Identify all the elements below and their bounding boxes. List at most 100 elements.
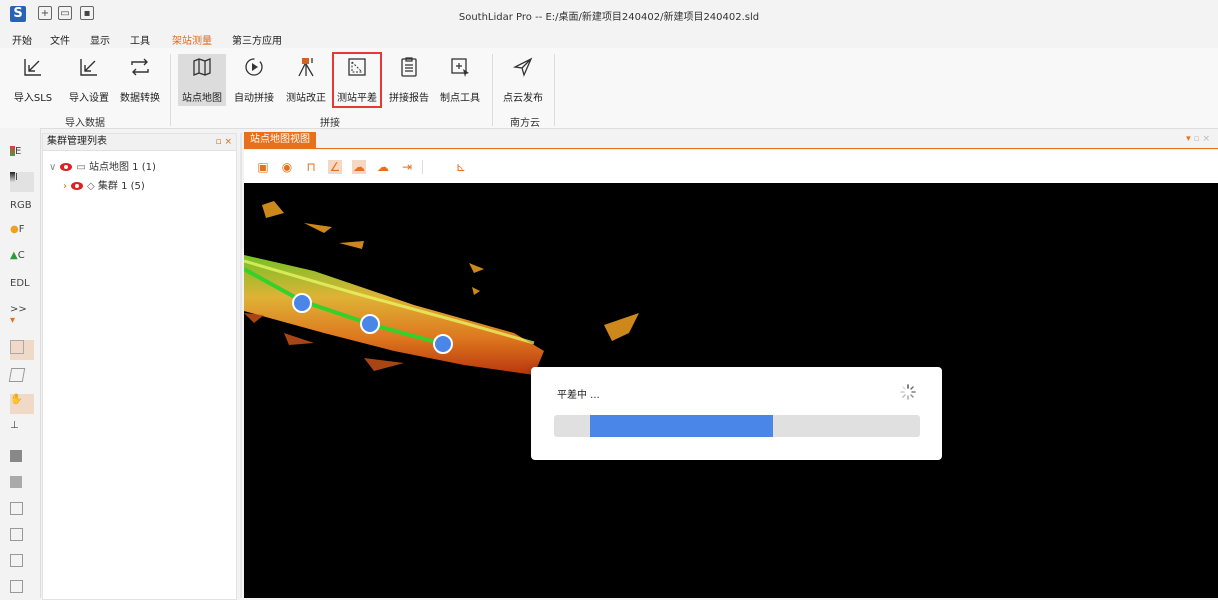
- tripod-icon: [298, 58, 314, 77]
- import-sls-label: 导入SLS: [13, 93, 53, 104]
- map-icon: [193, 58, 211, 76]
- station-adjust-label: 测站平差: [337, 93, 377, 104]
- tab-underline: [244, 148, 1218, 149]
- ribbon-separator: [492, 54, 493, 126]
- rgb-color-button[interactable]: RGB: [10, 200, 34, 220]
- site-map-button[interactable]: 站点地图: [178, 54, 226, 106]
- station-marker[interactable]: [360, 314, 380, 334]
- view-window-controls[interactable]: ▾ ▫ ×: [1186, 134, 1210, 144]
- chevron-right-icon: ›: [63, 181, 67, 192]
- ribbon-separator: [554, 54, 555, 126]
- visibility-eye-icon[interactable]: [60, 163, 73, 171]
- elevation-color-label: E: [15, 146, 22, 157]
- bookmark-icon[interactable]: ⊓: [304, 160, 318, 174]
- zoom-fit-icon[interactable]: ▣: [256, 160, 270, 174]
- menu-display[interactable]: 显示: [90, 32, 110, 47]
- axis-add-icon[interactable]: ⊾: [454, 160, 468, 174]
- loading-spinner-icon: [900, 384, 916, 400]
- view-toolbar: ▣ ◉ ⊓ ∠ ☁ ☁ ⇥ ⊾: [244, 150, 1218, 183]
- layers-icon: ◇: [87, 181, 95, 192]
- point-tool-icon: [451, 58, 469, 77]
- data-convert-button[interactable]: 数据转换: [118, 56, 162, 104]
- menu-tools[interactable]: 工具: [130, 32, 150, 47]
- view-mode-button[interactable]: [10, 340, 34, 360]
- visibility-eye-icon[interactable]: [71, 182, 83, 190]
- import-sls-button[interactable]: 导入SLS: [8, 56, 58, 104]
- stitch-report-button[interactable]: 拼接报告: [386, 56, 432, 104]
- edl-button[interactable]: EDL: [10, 278, 34, 298]
- more-tools-button[interactable]: >> ▾: [10, 304, 34, 326]
- panel-title: 集群管理列表: [47, 136, 107, 147]
- classify-color-label: C: [17, 250, 25, 261]
- point-tool-label: 制点工具: [440, 93, 480, 104]
- pan-button[interactable]: ✋: [10, 394, 34, 414]
- view-bottom-icon: [10, 580, 23, 593]
- tree-item-site-map[interactable]: ∨ ▭ 站点地图 1 (1): [49, 158, 156, 173]
- view-right-button[interactable]: [10, 528, 34, 548]
- auto-stitch-label: 自动拼接: [234, 93, 274, 104]
- intensity-color-label: I: [15, 172, 18, 183]
- hand-icon: ✋: [10, 394, 23, 405]
- view-left-button[interactable]: [10, 502, 34, 522]
- send-icon: [512, 57, 533, 77]
- station-adjust-button[interactable]: 测站平差: [332, 52, 382, 108]
- elevation-color-button[interactable]: E: [10, 146, 34, 166]
- people-icon: ●: [10, 224, 19, 235]
- convert-arrows-icon: [131, 58, 149, 76]
- menu-bar: 开始 文件 显示 工具 架站测量 第三方应用: [0, 30, 1218, 50]
- stitch-report-label: 拼接报告: [389, 93, 429, 104]
- station-correct-button[interactable]: 测站改正: [284, 56, 328, 104]
- report-icon: [401, 57, 417, 77]
- menu-file[interactable]: 文件: [50, 32, 70, 47]
- box-icon: [10, 340, 24, 354]
- ribbon-separator: [170, 54, 171, 126]
- scanner-button[interactable]: ⊥: [10, 420, 34, 440]
- left-toolbar: E I RGB ●F ▲C EDL >> ▾ ✋ ⊥: [0, 128, 41, 598]
- fusion-color-button[interactable]: ●F: [10, 224, 34, 244]
- tree-item-label: 站点地图 1 (1): [88, 162, 156, 173]
- panel-header: 集群管理列表 ▫ ×: [43, 134, 236, 151]
- cloud-eye-icon[interactable]: ☁: [352, 160, 366, 174]
- import-settings-button[interactable]: 导入设置: [66, 56, 112, 104]
- station-marker[interactable]: [292, 293, 312, 313]
- dropdown-arrow-icon: ▾: [1186, 134, 1191, 144]
- site-map-label: 站点地图: [182, 93, 222, 104]
- view-back-button[interactable]: [10, 476, 34, 496]
- title-bar: S + ▭ ▪ SouthLidar Pro -- E:/桌面/新建项目2404…: [0, 0, 1218, 30]
- target-icon[interactable]: ◉: [280, 160, 294, 174]
- fusion-color-label: F: [18, 224, 25, 235]
- view-top-icon: [10, 554, 23, 567]
- progress-message: 平差中 ...: [557, 390, 600, 401]
- cloud-icon[interactable]: ☁: [376, 160, 390, 174]
- menu-third-party[interactable]: 第三方应用: [232, 32, 282, 47]
- tree-item-cluster[interactable]: › ◇ 集群 1 (5): [63, 177, 145, 192]
- view-back-icon: [10, 476, 22, 488]
- cloud-publish-button[interactable]: 点云发布: [498, 56, 548, 104]
- chevron-down-icon: ∨: [49, 162, 57, 173]
- data-convert-label: 数据转换: [120, 93, 160, 104]
- ribbon: 导入SLS 导入设置 数据转换 站点地图 自动拼接 测站改正 测站平差 拼接报告…: [0, 48, 1218, 129]
- view-front-button[interactable]: [10, 450, 34, 470]
- folder-icon: ▭: [76, 162, 86, 173]
- angle-measure-icon[interactable]: ∠: [328, 160, 342, 174]
- export-icon[interactable]: ⇥: [400, 160, 414, 174]
- station-correct-label: 测站改正: [286, 93, 326, 104]
- classify-color-button[interactable]: ▲C: [10, 250, 34, 270]
- tab-site-map-view[interactable]: 站点地图视图: [244, 132, 316, 148]
- view-top-button[interactable]: [10, 554, 34, 574]
- view-bottom-button[interactable]: [10, 580, 34, 600]
- dropdown-arrow-icon: ▾: [10, 315, 16, 326]
- view-front-icon: [10, 450, 22, 462]
- progress-bar-fill: [590, 415, 773, 437]
- import-arrow-icon: [24, 59, 41, 76]
- point-tool-button[interactable]: 制点工具: [438, 56, 482, 104]
- intensity-color-button[interactable]: I: [10, 172, 34, 192]
- auto-stitch-button[interactable]: 自动拼接: [232, 56, 276, 104]
- close-panel-icon[interactable]: ▫ ×: [215, 134, 232, 150]
- panel-splitter[interactable]: [240, 133, 242, 598]
- group-stitch: 拼接: [320, 118, 340, 129]
- scanner-icon: ⊥: [10, 420, 19, 431]
- rotate-view-button[interactable]: [8, 368, 34, 388]
- station-marker[interactable]: [433, 334, 453, 354]
- menu-start[interactable]: 开始: [12, 32, 32, 47]
